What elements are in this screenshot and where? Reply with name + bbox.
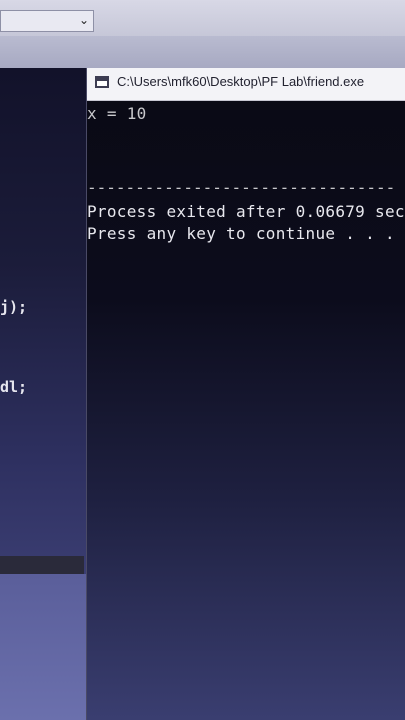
compiler-output-panel xyxy=(0,574,86,720)
ide-tab-strip xyxy=(0,36,405,69)
horizontal-scrollbar[interactable] xyxy=(0,556,84,574)
code-line[interactable]: j); xyxy=(0,298,27,316)
code-line[interactable]: dl; xyxy=(0,378,27,396)
code-editor[interactable]: j); dl; xyxy=(0,68,86,720)
press-any-key-message: Press any key to continue . . . xyxy=(87,224,395,243)
toolbar-dropdown[interactable]: ⌄ xyxy=(0,10,94,32)
process-exit-message: Process exited after 0.06679 seconds xyxy=(87,202,405,221)
console-window[interactable]: C:\Users\mfk60\Desktop\PF Lab\friend.exe… xyxy=(86,68,405,720)
screen: ⌄ j); dl; C:\Users\mfk60\Desktop\PF Lab\… xyxy=(0,0,405,720)
ide-toolbar: ⌄ xyxy=(0,0,405,37)
chevron-down-icon[interactable]: ⌄ xyxy=(79,13,89,27)
console-app-icon xyxy=(95,76,109,88)
separator-line: -------------------------------- xyxy=(87,178,396,197)
window-title: C:\Users\mfk60\Desktop\PF Lab\friend.exe xyxy=(117,74,365,89)
console-titlebar[interactable]: C:\Users\mfk60\Desktop\PF Lab\friend.exe xyxy=(87,68,405,101)
output-line: x = 10 xyxy=(87,104,147,123)
